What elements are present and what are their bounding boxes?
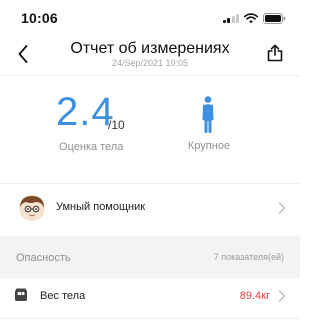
- chevron-right-icon: [278, 202, 286, 214]
- cellular-signal-icon: [222, 13, 239, 23]
- assistant-avatar-icon: [19, 195, 45, 221]
- scale-icon: [15, 288, 27, 301]
- chevron-right-icon: [278, 290, 286, 302]
- danger-count: 7 показателя(ей): [213, 252, 284, 262]
- smart-assistant-row[interactable]: Умный помощник: [0, 186, 300, 230]
- status-time: 10:06: [21, 10, 58, 26]
- body-score: 2.4 /10 Оценка тела: [56, 90, 176, 160]
- divider: [0, 183, 300, 184]
- body-figure-icon: [202, 96, 214, 133]
- page-title: Отчет об измерениях: [70, 40, 230, 57]
- share-button[interactable]: [264, 41, 286, 65]
- danger-title: Опасность: [16, 252, 71, 264]
- body-type[interactable]: Крупное: [176, 96, 242, 156]
- metric-label: Вес тела: [40, 290, 86, 302]
- danger-section-header: Опасность 7 показателя(ей): [0, 236, 300, 278]
- body-type-label: Крупное: [187, 140, 231, 152]
- score-label: Оценка тела: [59, 141, 124, 153]
- metric-value: 89.4кг: [239, 290, 270, 302]
- divider: [0, 318, 300, 319]
- page-subtitle: 24/Sep/2021 10:05: [111, 58, 189, 68]
- assistant-label: Умный помощник: [56, 201, 146, 213]
- score-value: 2.4: [56, 90, 115, 134]
- battery-icon: [263, 12, 286, 24]
- metric-row-weight[interactable]: Вес тела 89.4кг: [0, 278, 300, 314]
- status-icons: [222, 12, 287, 24]
- score-max: /10: [108, 118, 125, 132]
- share-icon: [267, 44, 283, 62]
- wifi-icon: [244, 12, 258, 23]
- nav-bar: Отчет об измерениях 24/Sep/2021 10:05: [0, 36, 300, 76]
- status-bar: 10:06: [0, 0, 300, 36]
